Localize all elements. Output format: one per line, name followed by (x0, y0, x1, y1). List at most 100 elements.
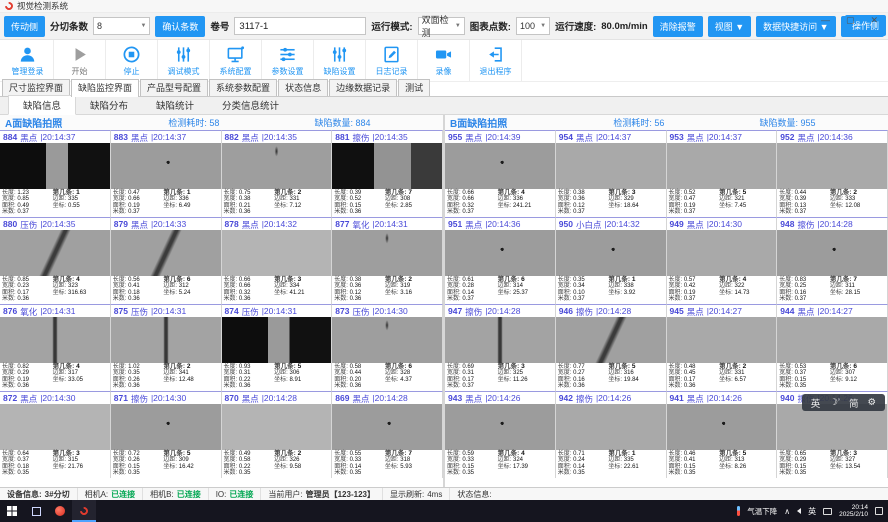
defect-cell[interactable]: 882 黑点 |20:14:35 长度: 0.75 宽度: 0.38 面积: 0… (222, 130, 333, 217)
app-title: 视觉检测系统 (17, 0, 68, 12)
defect-cell[interactable]: 883 黑点 |20:14:37 长度: 0.47 宽度: 0.66 面积: 0… (111, 130, 222, 217)
defect-cell[interactable]: 941 黑点 |20:14:26 长度: 0.46 宽度: 0.41 面积: 0… (667, 391, 778, 478)
defect-cell[interactable]: 869 黑点 |20:14:28 长度: 0.55 宽度: 0.33 面积: 0… (332, 391, 443, 478)
tuneh-icon (278, 45, 298, 65)
action-journal-button[interactable]: 日志记录 (366, 40, 418, 81)
defect-cell[interactable]: 945 黑点 |20:14:27 长度: 0.48 宽度: 0.45 面积: 0… (667, 304, 778, 391)
defect-metrics-left: 长度: 0.69 宽度: 0.31 面积: 0.17 米数: 0.37 (447, 364, 496, 390)
defect-width: 宽度: 0.23 (2, 283, 51, 290)
action-center-icon[interactable] (875, 507, 883, 515)
taskbar-app-inspection[interactable] (72, 500, 96, 522)
main-tab-6[interactable]: 测试 (398, 79, 430, 96)
action-tunev-button[interactable]: 缺陷设置 (314, 40, 366, 81)
sub-tab-2[interactable]: 缺陷统计 (142, 96, 208, 114)
defect-meter: 米数: 0.35 (779, 470, 828, 477)
close-button[interactable]: ✕ (870, 15, 878, 26)
defect-cell[interactable]: 881 擦伤 |20:14:35 长度: 0.39 宽度: 0.52 面积: 0… (332, 130, 443, 217)
defect-cell[interactable]: 947 擦伤 |20:14:28 长度: 0.69 宽度: 0.31 面积: 0… (445, 304, 556, 391)
chevron-down-icon: ▼ (455, 23, 461, 29)
gear-icon[interactable]: ⚙ (867, 397, 876, 408)
minimize-button[interactable]: — (821, 15, 830, 26)
ime-english-toggle[interactable]: 英 (811, 396, 821, 410)
defect-edge-distance: 边距: 335 (53, 196, 108, 203)
defect-metrics-left: 长度: 0.58 宽度: 0.44 面积: 0.20 米数: 0.36 (334, 364, 383, 390)
ime-simplified-toggle[interactable]: 简 (849, 396, 859, 410)
sub-tab-1[interactable]: 缺陷分布 (76, 96, 142, 114)
defect-cell[interactable]: 871 擦伤 |20:14:30 长度: 0.72 宽度: 0.26 面积: 0… (111, 391, 222, 478)
action-stop-button[interactable]: 停止 (106, 40, 158, 81)
action-user-button[interactable]: 管理登录 (2, 40, 54, 81)
confirm-count-button[interactable]: 确认条数 (155, 16, 205, 37)
run-mode-select[interactable]: 双面检测▼ (418, 17, 465, 35)
ime-indicator[interactable]: 英 (808, 506, 816, 517)
defect-cell[interactable]: 884 黑点 |20:14:37 长度: 1.23 宽度: 0.85 面积: 0… (0, 130, 111, 217)
defect-cell[interactable]: 953 黑点 |20:14:37 长度: 0.52 宽度: 0.47 面积: 0… (667, 130, 778, 217)
defect-cell[interactable]: 874 压伤 |20:14:31 长度: 0.93 宽度: 0.31 面积: 0… (222, 304, 333, 391)
defect-cell[interactable]: 948 擦伤 |20:14:28 长度: 0.83 宽度: 0.25 面积: 0… (777, 217, 888, 304)
start-button[interactable] (0, 500, 24, 522)
main-tab-0[interactable]: 尺寸监控界面 (2, 79, 70, 96)
action-tunev-button[interactable]: 调试模式 (158, 40, 210, 81)
drive-side-button[interactable]: 传动侧 (4, 16, 45, 37)
defect-cell[interactable]: 880 压伤 |20:14:35 长度: 0.85 宽度: 0.23 面积: 0… (0, 217, 111, 304)
defect-meter: 米数: 0.36 (224, 209, 273, 216)
defect-cell[interactable]: 873 压伤 |20:14:30 长度: 0.58 宽度: 0.44 面积: 0… (332, 304, 443, 391)
main-tab-3[interactable]: 系统参数配置 (209, 79, 277, 96)
strip-count-select[interactable]: 8▼ (93, 17, 150, 35)
defect-cell[interactable]: 951 黑点 |20:14:36 长度: 0.61 宽度: 0.28 面积: 0… (445, 217, 556, 304)
defect-edge-distance: 边距: 329 (608, 196, 663, 203)
action-play-button[interactable]: 开始 (54, 40, 106, 81)
maximize-button[interactable]: ▢ (846, 15, 855, 26)
defect-cell[interactable]: 878 黑点 |20:14:32 长度: 0.66 宽度: 0.66 面积: 0… (222, 217, 333, 304)
action-tuneh-button[interactable]: 参数设置 (262, 40, 314, 81)
chart-points-select[interactable]: 100▼ (516, 17, 550, 35)
defect-cell[interactable]: 954 黑点 |20:14:37 长度: 0.38 宽度: 0.36 面积: 0… (556, 130, 667, 217)
defect-cell[interactable]: 946 擦伤 |20:14:28 长度: 0.77 宽度: 0.27 面积: 0… (556, 304, 667, 391)
action-camera-button[interactable]: 录像 (418, 40, 470, 81)
clear-alarm-button[interactable]: 清除报警 (653, 16, 703, 37)
refresh-rate: 显示刷新:4ms (383, 488, 450, 500)
defect-id: 942 (559, 393, 573, 404)
keyboard-icon[interactable] (823, 508, 832, 515)
defect-cell[interactable]: 955 黑点 |20:14:39 长度: 0.66 宽度: 0.66 面积: 0… (445, 130, 556, 217)
defect-cell[interactable]: 870 黑点 |20:14:28 长度: 0.49 宽度: 0.58 面积: 0… (222, 391, 333, 478)
defect-id: 947 (448, 306, 462, 317)
defect-cell[interactable]: 949 黑点 |20:14:30 长度: 0.57 宽度: 0.42 面积: 0… (667, 217, 778, 304)
defect-cell[interactable]: 950 小白点 |20:14:32 长度: 0.35 宽度: 0.34 面积: … (556, 217, 667, 304)
taskbar-app-1[interactable] (48, 500, 72, 522)
main-tab-2[interactable]: 产品型号配置 (140, 79, 208, 96)
defect-caption: 长度: 0.59 宽度: 0.33 面积: 0.15 米数: 0.35 第几条:… (445, 450, 555, 478)
action-monitor-button[interactable]: 系统配置 (210, 40, 262, 81)
defect-cell[interactable]: 879 黑点 |20:14:33 长度: 0.56 宽度: 0.41 面积: 0… (111, 217, 222, 304)
defect-cell[interactable]: 875 压伤 |20:14:31 长度: 1.02 宽度: 0.35 面积: 0… (111, 304, 222, 391)
defect-id: 955 (448, 132, 462, 143)
defect-metrics-left: 长度: 0.77 宽度: 0.27 面积: 0.16 米数: 0.36 (558, 364, 607, 390)
sub-tab-0[interactable]: 缺陷信息 (8, 95, 76, 115)
action-exit-button[interactable]: 退出程序 (470, 40, 522, 81)
task-view-button[interactable] (24, 500, 48, 522)
defect-cell[interactable]: 942 擦伤 |20:14:26 长度: 0.71 宽度: 0.24 面积: 0… (556, 391, 667, 478)
view-menu-button[interactable]: 视图 ▼ (708, 16, 751, 37)
weather-text[interactable]: 气温下降 (747, 506, 777, 517)
main-tab-5[interactable]: 边缘数据记录 (329, 79, 397, 96)
defect-cell[interactable]: 876 氧化 |20:14:31 长度: 0.82 宽度: 0.29 面积: 0… (0, 304, 111, 391)
sub-tab-3[interactable]: 分类信息统计 (208, 96, 293, 114)
defect-cell[interactable]: 872 黑点 |20:14:30 长度: 0.64 宽度: 0.37 面积: 0… (0, 391, 111, 478)
main-tab-1[interactable]: 缺陷监控界面 (71, 79, 139, 97)
moon-icon[interactable]: ☽’ (829, 397, 840, 408)
taskbar-clock[interactable]: 20:14 2025/2/10 (839, 504, 868, 519)
defect-cell[interactable]: 877 氧化 |20:14:31 长度: 0.38 宽度: 0.36 面积: 0… (332, 217, 443, 304)
main-tab-4[interactable]: 状态信息 (278, 79, 328, 96)
roll-label: 卷号 (210, 19, 229, 33)
roll-number-input[interactable]: 3117-1 (234, 17, 366, 35)
speaker-icon[interactable] (797, 508, 801, 514)
hidden-icons-chevron[interactable]: ∧ (784, 507, 790, 516)
defect-edge-distance: 边距: 321 (719, 196, 774, 203)
defect-cell[interactable]: 952 黑点 |20:14:36 长度: 0.44 宽度: 0.39 面积: 0… (777, 130, 888, 217)
defect-type: 氧化 (352, 219, 369, 230)
panel-a-header: A面缺陷拍照 检测耗时: 58 缺陷数量: 884 (0, 115, 443, 130)
defect-meter: 米数: 0.36 (113, 296, 162, 303)
defect-cell[interactable]: 944 黑点 |20:14:27 长度: 0.53 宽度: 0.37 面积: 0… (777, 304, 888, 391)
ime-float-bar[interactable]: 英 ☽’ 简 ⚙ (802, 394, 885, 411)
defect-cell[interactable]: 943 黑点 |20:14:26 长度: 0.59 宽度: 0.33 面积: 0… (445, 391, 556, 478)
